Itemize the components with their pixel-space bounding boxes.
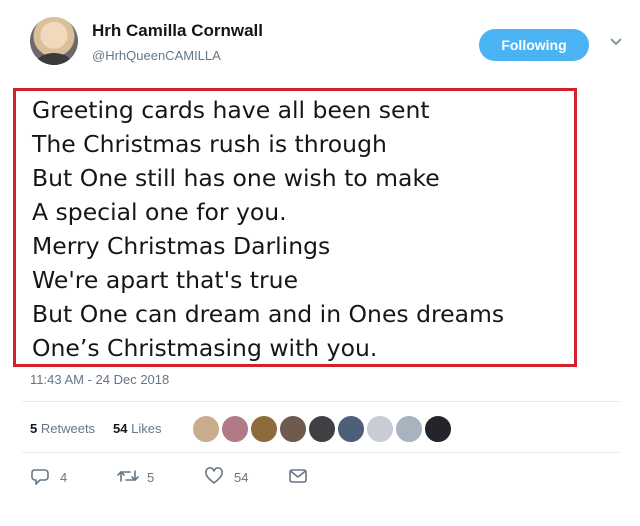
divider	[22, 401, 620, 402]
retweets-label: Retweets	[40, 421, 96, 436]
reply-icon	[30, 466, 50, 486]
author-handle[interactable]: @HrhQueenCAMILLA	[92, 48, 221, 63]
message-icon	[288, 466, 308, 486]
tweet-timestamp[interactable]: 11:43 AM - 24 Dec 2018	[30, 372, 169, 387]
liker-avatar[interactable]	[395, 415, 423, 443]
liker-avatar[interactable]	[337, 415, 365, 443]
tweet-line: But One can dream and in Ones dreams	[32, 300, 505, 328]
likes-label: Likes	[131, 421, 162, 436]
reply-button[interactable]: 4	[30, 466, 90, 490]
retweets-count: 5	[30, 421, 38, 436]
tweet-line: Merry Christmas Darlings	[32, 232, 331, 260]
reply-count: 4	[60, 470, 68, 485]
liker-avatar[interactable]	[192, 415, 220, 443]
like-button[interactable]: 54	[204, 466, 274, 490]
retweets-stat[interactable]: 5 Retweets	[30, 421, 95, 436]
tweet-stats: 5 Retweets 54 Likes	[30, 412, 620, 446]
likes-stat[interactable]: 54 Likes	[113, 421, 161, 436]
tweet-line: A special one for you.	[32, 198, 287, 226]
retweet-icon	[117, 466, 139, 486]
retweet-count: 5	[147, 470, 155, 485]
tweet-line: We're apart that's true	[32, 266, 299, 294]
avatar[interactable]	[30, 17, 78, 65]
heart-icon	[204, 466, 224, 486]
tweet-line: The Christmas rush is through	[32, 130, 387, 158]
following-button[interactable]: Following	[479, 29, 589, 61]
liker-avatar[interactable]	[366, 415, 394, 443]
tweet-actions: 4 5 54	[30, 466, 350, 490]
liker-avatar[interactable]	[424, 415, 452, 443]
divider	[22, 452, 620, 453]
liker-avatar[interactable]	[279, 415, 307, 443]
like-count: 54	[234, 470, 249, 485]
liker-avatar[interactable]	[250, 415, 278, 443]
author-name[interactable]: Hrh Camilla Cornwall	[92, 21, 263, 41]
retweet-button[interactable]: 5	[117, 466, 177, 490]
tweet-line: But One still has one wish to make	[32, 164, 440, 192]
chevron-down-icon[interactable]	[610, 31, 622, 53]
liker-avatar[interactable]	[221, 415, 249, 443]
liker-avatar[interactable]	[308, 415, 336, 443]
tweet-text-highlight: Greeting cards have all been sent The Ch…	[13, 88, 577, 367]
avatar-shoulders	[36, 53, 72, 65]
tweet-header: Hrh Camilla Cornwall @HrhQueenCAMILLA Fo…	[27, 17, 622, 73]
direct-message-button[interactable]	[288, 466, 312, 490]
likes-count: 54	[113, 421, 128, 436]
tweet-line: One’s Christmasing with you.	[32, 334, 378, 362]
tweet-line: Greeting cards have all been sent	[32, 96, 430, 124]
